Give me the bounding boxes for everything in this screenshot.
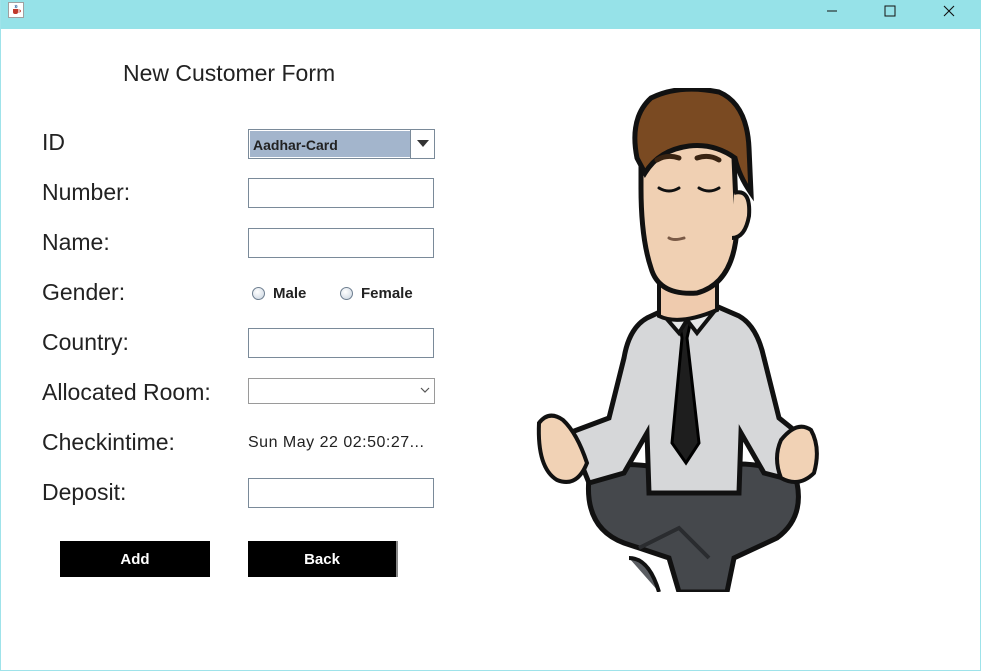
radio-circle-icon [252,287,265,300]
window: New Customer Form ID Aadhar-Card Number:… [0,0,981,671]
room-select[interactable] [248,378,435,404]
maximize-button[interactable] [867,0,913,22]
name-field[interactable] [248,228,434,258]
gender-male-label: Male [273,285,307,302]
deposit-field[interactable] [248,478,434,508]
gender-female-radio[interactable]: Female [340,285,413,302]
gender-label: Gender: [42,279,126,305]
id-label: ID [42,129,65,155]
add-button[interactable]: Add [60,541,210,577]
java-cup-icon [8,2,24,18]
room-label: Allocated Room: [42,379,211,405]
id-type-selected: Aadhar-Card [250,131,410,157]
number-label: Number: [42,179,131,205]
meditating-man-illustration [536,88,819,592]
title-bar [1,0,981,29]
gender-male-radio[interactable]: Male [252,285,306,302]
name-label: Name: [42,229,110,255]
radio-circle-icon [340,287,353,300]
chevron-down-icon [420,387,430,393]
country-label: Country: [42,329,129,355]
minimize-button[interactable] [809,0,855,22]
close-icon [943,5,955,17]
deposit-label: Deposit: [42,479,127,505]
number-field[interactable] [248,178,434,208]
close-button[interactable] [926,0,972,22]
checkin-time-value: Sun May 22 02:50:27... [248,434,425,451]
caret-down-icon [416,140,429,147]
id-type-select[interactable]: Aadhar-Card [248,129,435,159]
checkin-label: Checkintime: [42,429,175,455]
gender-female-label: Female [361,285,413,302]
page-title: New Customer Form [123,60,336,86]
back-button[interactable]: Back [248,541,398,577]
country-field[interactable] [248,328,434,358]
maximize-icon [884,5,896,17]
minimize-icon [827,10,837,12]
dropdown-arrow[interactable] [410,130,434,158]
